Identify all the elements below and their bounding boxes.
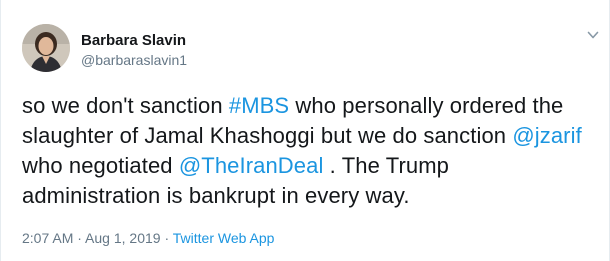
mention-link[interactable]: @jzarif bbox=[512, 123, 581, 148]
mention-link[interactable]: @TheIranDeal bbox=[179, 153, 324, 178]
chevron-down-icon bbox=[587, 31, 599, 39]
tweet-text-line: administration is bankrupt in every way. bbox=[22, 181, 602, 211]
tweet-time[interactable]: 2:07 AM bbox=[22, 230, 73, 246]
tweet-text-line: slaughter of Jamal Khashoggi but we do s… bbox=[22, 121, 602, 151]
avatar[interactable] bbox=[22, 24, 70, 72]
tweet-text: so we don't sanction #MBS who personally… bbox=[22, 91, 602, 211]
tweet-card: Barbara Slavin @barbaraslavin1 so we don… bbox=[0, 0, 610, 261]
tweet-source-link[interactable]: Twitter Web App bbox=[173, 230, 275, 246]
meta-separator: · bbox=[73, 230, 86, 246]
tweet-meta: 2:07 AM · Aug 1, 2019 · Twitter Web App bbox=[22, 229, 274, 247]
tweet-menu-button[interactable] bbox=[586, 28, 600, 42]
hashtag-link[interactable]: #MBS bbox=[229, 93, 289, 118]
tweet-date[interactable]: Aug 1, 2019 bbox=[85, 230, 161, 246]
tweet-text-segment: who personally ordered the bbox=[289, 93, 564, 118]
tweet-text-line: so we don't sanction #MBS who personally… bbox=[22, 91, 602, 121]
tweet-text-segment: so we don't sanction bbox=[22, 93, 229, 118]
display-name[interactable]: Barbara Slavin bbox=[81, 32, 187, 50]
tweet-text-segment: slaughter of Jamal Khashoggi but we do s… bbox=[22, 123, 513, 148]
tweet-text-segment: administration is bankrupt in every way. bbox=[22, 183, 410, 208]
tweet-text-segment: . The Trump bbox=[323, 153, 449, 178]
tweet-text-line: who negotiated @TheIranDeal . The Trump bbox=[22, 151, 602, 181]
meta-separator: · bbox=[160, 230, 173, 246]
tweet-text-segment: who negotiated bbox=[22, 153, 179, 178]
user-handle[interactable]: @barbaraslavin1 bbox=[81, 51, 187, 69]
user-block: Barbara Slavin @barbaraslavin1 bbox=[81, 32, 187, 69]
avatar-photo bbox=[22, 24, 70, 72]
